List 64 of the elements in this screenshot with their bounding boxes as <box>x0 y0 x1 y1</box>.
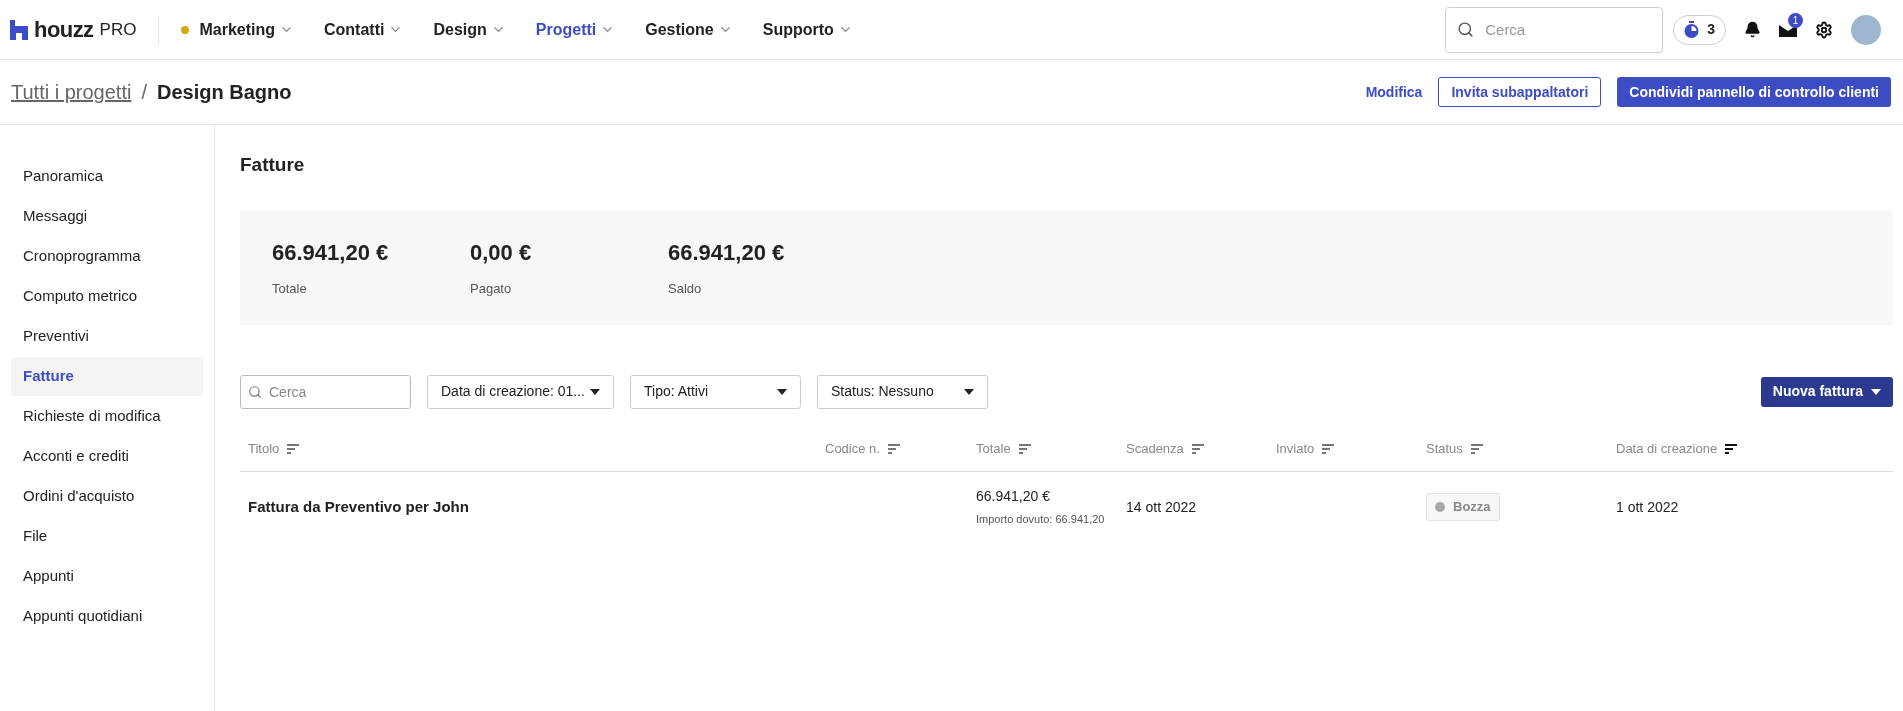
invoice-total: 66.941,20 € <box>976 486 1051 506</box>
summary-label: Totale <box>272 279 308 298</box>
nav-menu[interactable]: Gestione <box>645 17 733 42</box>
edit-link[interactable]: Modifica <box>1365 81 1423 103</box>
share-button[interactable]: Condividi pannello di controllo clienti <box>1617 77 1891 107</box>
invite-button[interactable]: Invita subappaltatori <box>1438 77 1602 107</box>
invoice-title[interactable]: Fattura da Preventivo per John <box>248 497 469 515</box>
summary-label: Saldo <box>668 279 703 298</box>
brand-suffix: PRO <box>99 18 137 41</box>
summary-value: 66.941,20 € <box>272 238 390 267</box>
brand-name: houzz <box>34 16 94 44</box>
sidebar-item[interactable]: Fatture <box>11 357 203 396</box>
sidebar-item[interactable]: Computo metrico <box>11 277 203 316</box>
sidebar-item[interactable]: File <box>11 517 203 556</box>
sidebar-item[interactable]: Ordini d'acquisto <box>11 477 203 516</box>
nav-menu[interactable]: Marketing <box>181 17 294 42</box>
column-header[interactable]: Data di creazione <box>1616 438 1738 459</box>
sidebar-item[interactable]: Richieste di modifica <box>11 397 203 436</box>
filter-dropdown[interactable]: Data di creazione: 01... <box>427 374 614 409</box>
filter-dropdown[interactable]: Tipo: Attivi <box>630 374 801 409</box>
logo-icon <box>10 19 28 40</box>
summary-value: 0,00 € <box>470 238 533 267</box>
page-title: Fatture <box>240 153 306 177</box>
filter-dropdown[interactable]: Status: Nessuno <box>817 374 988 409</box>
created-date: 1 ott 2022 <box>1616 498 1679 515</box>
column-header[interactable]: Scadenza <box>1126 438 1204 459</box>
status-badge: Bozza <box>1426 492 1500 521</box>
column-header[interactable]: Status <box>1426 438 1483 459</box>
sidebar-item[interactable]: Messaggi <box>11 197 203 236</box>
amount-due: Importo dovuto: 66.941,20 <box>976 511 1106 527</box>
summary-label: Pagato <box>470 279 513 298</box>
nav-menu[interactable]: Contatti <box>324 17 404 42</box>
due-date: 14 ott 2022 <box>1126 498 1197 515</box>
inbox-icon[interactable] <box>1779 22 1797 37</box>
new-invoice-button[interactable]: Nuova fattura <box>1760 376 1893 407</box>
sidebar-item[interactable]: Appunti quotidiani <box>11 597 203 636</box>
column-header[interactable]: Titolo <box>248 438 300 459</box>
nav-menu[interactable]: Design <box>433 17 506 42</box>
project-title: Design Bagno <box>157 80 292 105</box>
caret-icon <box>1871 388 1881 395</box>
search-icon <box>248 384 262 399</box>
notification-icon[interactable] <box>1744 21 1761 38</box>
notification-badge: 1 <box>1788 12 1803 28</box>
nav-menu[interactable]: Supporto <box>762 17 853 42</box>
settings-icon[interactable] <box>1815 20 1833 39</box>
search-icon <box>1457 20 1475 38</box>
caret-icon <box>964 388 974 395</box>
stopwatch-icon <box>1684 21 1700 38</box>
column-header[interactable]: Totale <box>976 438 1031 459</box>
sidebar-item[interactable]: Appunti <box>11 557 203 596</box>
column-header[interactable]: Codice n. <box>825 438 900 459</box>
sidebar-item[interactable]: Preventivi <box>11 317 203 356</box>
breadcrumb-separator: / <box>141 80 147 105</box>
sidebar-item[interactable]: Acconti e crediti <box>11 437 203 476</box>
sidebar-item[interactable]: Panoramica <box>11 157 203 196</box>
breadcrumb-link[interactable]: Tutti i progetti <box>11 77 132 107</box>
sidebar-item[interactable]: Cronoprogramma <box>11 237 203 276</box>
search-field[interactable]: Cerca <box>240 374 411 409</box>
caret-icon <box>590 388 600 395</box>
caret-icon <box>777 388 787 395</box>
column-header[interactable]: Inviato <box>1276 438 1335 459</box>
search-field[interactable]: Cerca <box>1445 6 1664 53</box>
summary-value: 66.941,20 € <box>668 238 786 267</box>
nav-menu[interactable]: Progetti <box>535 17 616 42</box>
